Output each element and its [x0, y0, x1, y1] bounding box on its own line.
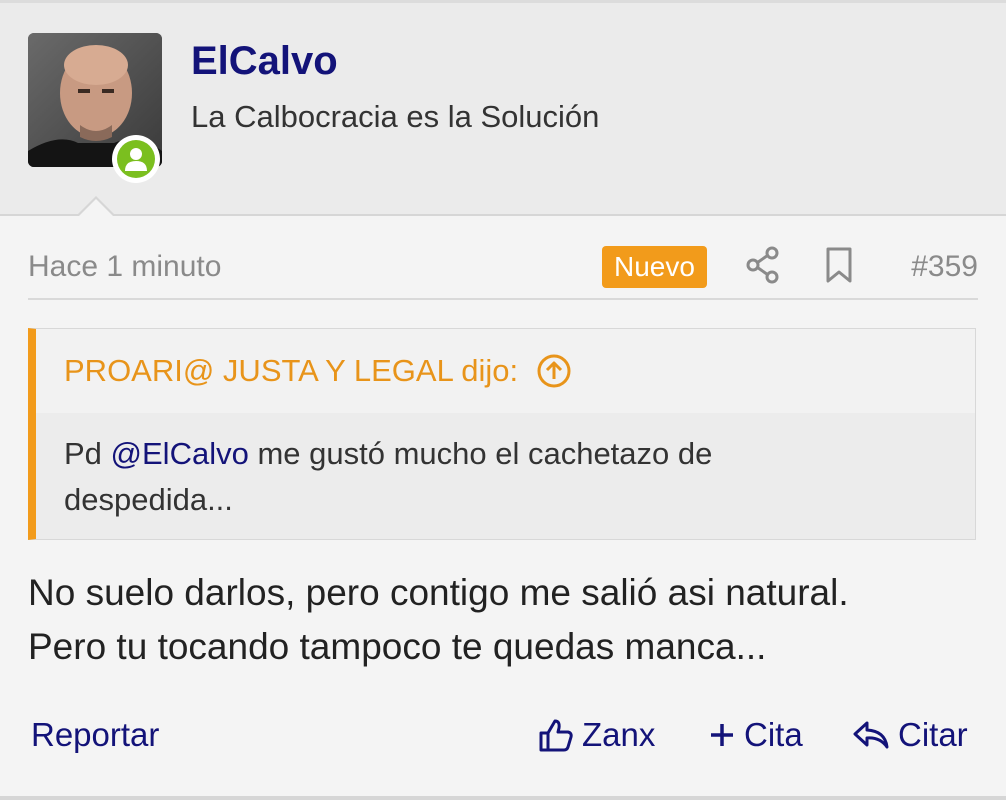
share-icon[interactable]: [746, 246, 780, 289]
new-badge: Nuevo: [602, 246, 707, 288]
user-icon: [125, 148, 147, 171]
quote-body: Pd @ElCalvo me gustó mucho el cachetazo …: [36, 413, 975, 523]
report-label: Reportar: [31, 716, 160, 753]
jump-to-quote-icon[interactable]: [536, 353, 572, 389]
mention-link[interactable]: @ElCalvo: [111, 436, 249, 471]
post-body-line-1: No suelo darlos, pero contigo me salió a…: [28, 572, 849, 613]
quote-line-2: despedida...: [64, 482, 233, 517]
reply-icon: [853, 721, 889, 749]
like-button[interactable]: Zanx: [538, 716, 655, 754]
post-actions: Reportar Zanx Cita Citar: [28, 710, 978, 762]
bookmark-icon[interactable]: [824, 246, 854, 289]
post-meta: Hace 1 minuto Nuevo #359: [28, 240, 978, 300]
quote-line-1: Pd @ElCalvo me gustó mucho el cachetazo …: [64, 436, 713, 471]
quote-block: PROARI@ JUSTA Y LEGAL dijo: Pd @ElCalvo …: [28, 328, 976, 540]
plus-icon: [711, 724, 733, 746]
report-button[interactable]: Reportar: [31, 716, 159, 754]
multiquote-label: Cita: [744, 716, 803, 753]
username-link[interactable]: ElCalvo: [191, 39, 338, 84]
post-number-link[interactable]: #359: [911, 250, 978, 284]
quote-header: PROARI@ JUSTA Y LEGAL dijo:: [36, 329, 975, 413]
multiquote-button[interactable]: Cita: [708, 716, 803, 754]
post-body: No suelo darlos, pero contigo me salió a…: [28, 566, 988, 674]
reply-label: Citar: [898, 716, 968, 753]
thumbs-up-icon: [539, 719, 573, 752]
post-body-line-2: Pero tu tocando tampoco te quedas manca.…: [28, 626, 767, 667]
post-header: ElCalvo La Calbocracia es la Solución: [0, 3, 1006, 216]
reply-button[interactable]: Citar: [852, 716, 968, 754]
bottom-border: [0, 796, 1006, 800]
like-label: Zanx: [582, 716, 656, 753]
user-title: La Calbocracia es la Solución: [191, 99, 600, 134]
post-timestamp[interactable]: Hace 1 minuto: [28, 250, 221, 284]
online-status-badge: [112, 135, 160, 183]
quote-author[interactable]: PROARI@ JUSTA Y LEGAL dijo:: [64, 353, 518, 389]
